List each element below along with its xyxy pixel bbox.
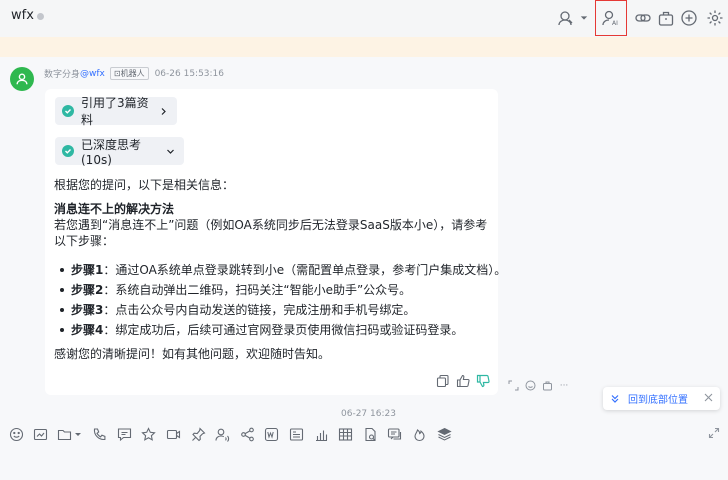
flame-icon[interactable] (412, 426, 428, 442)
step-text: ：通过OA系统单点登录跳转到小e（需配置单点登录，参考门户集成文档）。 (103, 263, 507, 277)
references-chip[interactable]: 引用了3篇资料 (55, 96, 177, 127)
composer-toolbar (0, 420, 728, 448)
check-icon (62, 145, 74, 157)
list-item: 步骤1：通过OA系统单点登录跳转到小e（需配置单点登录，参考门户集成文档）。 (57, 260, 506, 280)
chat-title: wfx (11, 8, 34, 23)
list-item: 步骤2：系统自动弹出二维码，扫码关注“智能小e助手”公众号。 (57, 280, 493, 300)
table-icon[interactable] (338, 426, 354, 442)
step-text: ：点击公众号内自动发送的链接，完成注册和手机号绑定。 (103, 303, 416, 317)
copy-icon[interactable] (436, 374, 450, 388)
ai-button-highlight (595, 0, 627, 36)
answer-intro: 根据您的提问，以下是相关信息： (54, 178, 235, 192)
close-icon[interactable] (703, 392, 714, 403)
robot-tag: ⊡机器人 (109, 67, 149, 80)
sender-name[interactable]: 数字分身 (44, 67, 80, 80)
layers-icon[interactable] (436, 426, 452, 442)
double-chevron-down-icon (610, 394, 620, 404)
step-label: 步骤3 (71, 303, 104, 317)
references-label: 引用了3篇资料 (81, 96, 149, 127)
chat-header: wfx AI (0, 0, 728, 37)
search-user-icon[interactable] (555, 7, 577, 29)
thumbs-down-icon[interactable] (476, 374, 490, 388)
message-bubble: 引用了3篇资料 已深度思考(10s) 根据您的提问，以下是相关信息： 消息连不上… (45, 89, 506, 395)
steps-list: 步骤1：通过OA系统单点登录跳转到小e（需配置单点登录，参考门户集成文档）。 步… (57, 260, 506, 340)
notice-bar (0, 37, 728, 57)
step-text: ：系统自动弹出二维码，扫码关注“智能小e助手”公众号。 (103, 283, 412, 297)
message-time: 06-26 15:53:16 (154, 68, 225, 79)
template-icon[interactable] (289, 426, 305, 442)
step-label: 步骤2 (71, 283, 104, 297)
pin-icon[interactable] (190, 426, 206, 442)
thinking-chip[interactable]: 已深度思考(10s) (55, 137, 184, 167)
step-text: ：绑定成功后，后续可通过官网登录页使用微信扫码或验证码登录。 (103, 323, 464, 337)
answer-section-title: 消息连不上的解决方法 (54, 202, 175, 216)
star-icon[interactable] (141, 426, 157, 442)
user-voice-icon[interactable] (215, 426, 231, 442)
date-divider: 06-27 16:23 (341, 409, 396, 419)
sender-line: 数字分身 @wfx ⊡机器人 06-26 15:53:16 (44, 67, 224, 80)
message-actions (436, 374, 490, 388)
thinking-label: 已深度思考(10s) (81, 137, 142, 167)
status-dot (37, 13, 44, 20)
comment-icon[interactable] (387, 426, 403, 442)
add-icon[interactable] (678, 7, 700, 29)
screenshot-icon[interactable] (33, 426, 49, 442)
chevron-down-icon (166, 147, 175, 156)
more-icon[interactable]: ··· (558, 380, 570, 392)
video-icon[interactable] (166, 426, 182, 442)
robot-icon: ⊡ (113, 69, 121, 78)
answer-closing: 感谢您的清晰提问！如有其他问题，欢迎随时告知。 (54, 347, 331, 361)
step-label: 步骤1 (71, 263, 104, 277)
settings-icon[interactable] (704, 7, 726, 29)
reaction-bar: ··· (503, 376, 580, 395)
chevron-right-icon (159, 107, 168, 116)
link-icon[interactable] (632, 7, 654, 29)
toolbox-icon[interactable] (655, 7, 677, 29)
message-square-icon[interactable] (116, 426, 132, 442)
jump-to-bottom-button[interactable]: 回到底部位置 (603, 387, 720, 410)
emoji-icon[interactable] (8, 426, 24, 442)
bar-chart-icon[interactable] (313, 426, 329, 442)
dropdown-caret-icon[interactable] (578, 7, 590, 29)
emoji-icon[interactable] (524, 380, 536, 392)
toolbox-icon[interactable] (541, 380, 553, 392)
robot-tag-label: 机器人 (120, 69, 145, 78)
check-icon (62, 105, 74, 117)
answer-paragraph: 若您遇到“消息连不上”问题（例如OA系统同步后无法登录SaaS版本小e），请参考… (54, 218, 488, 248)
thumbs-up-icon[interactable] (456, 374, 470, 388)
mention-link[interactable]: @wfx (80, 69, 105, 79)
list-item: 步骤4：绑定成功后，后续可通过官网登录页使用微信扫码或验证码登录。 (57, 320, 493, 340)
quote-icon[interactable] (507, 380, 519, 392)
bot-avatar[interactable] (10, 67, 34, 91)
word-doc-icon[interactable] (264, 426, 280, 442)
approval-icon[interactable] (362, 426, 378, 442)
list-item: 步骤3：点击公众号内自动发送的链接，完成注册和手机号绑定。 (57, 300, 493, 320)
phone-icon[interactable] (92, 426, 108, 442)
step-label: 步骤4 (71, 323, 104, 337)
share-icon[interactable] (239, 426, 255, 442)
folder-dropdown-icon[interactable] (57, 426, 83, 442)
jump-to-bottom-label: 回到底部位置 (628, 395, 688, 406)
expand-icon[interactable] (708, 427, 720, 439)
